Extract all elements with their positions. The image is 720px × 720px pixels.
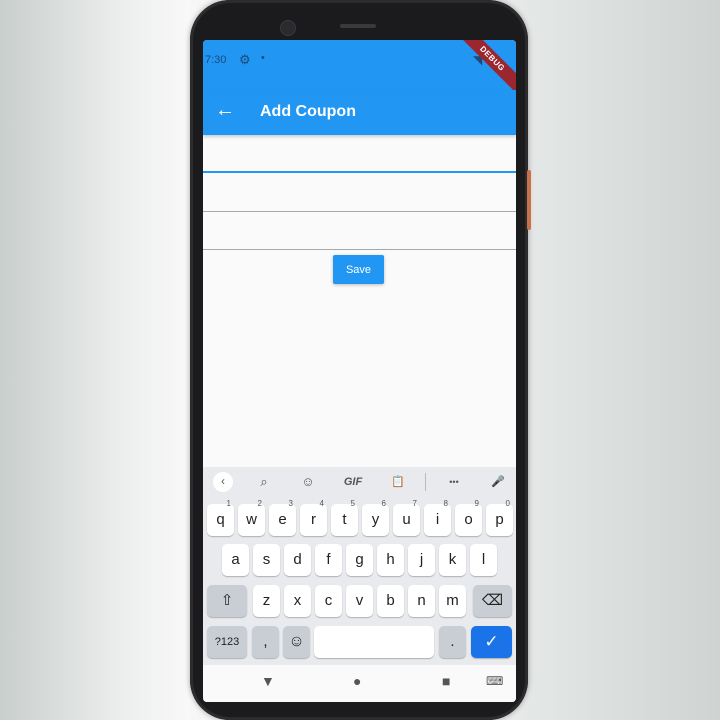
key-hint-number: 7 [412, 499, 417, 508]
enter-key[interactable]: ✓ [471, 626, 512, 658]
keyboard-switch-icon[interactable]: ⌨ [486, 674, 503, 688]
key-k[interactable]: k [439, 544, 466, 576]
key-o[interactable]: o9 [455, 499, 482, 536]
key-u[interactable]: u7 [393, 499, 420, 536]
screen: 7:30 ⚙ • ◥ DEBUG ← Add Coupon Save ‹ ⌕ ☺… [203, 40, 516, 702]
status-time: 7:30 [205, 54, 227, 66]
key-label: t [342, 511, 347, 528]
key-i[interactable]: i8 [424, 499, 451, 536]
key-j[interactable]: j [408, 544, 435, 576]
dot-icon: • [261, 52, 265, 64]
key-l[interactable]: l [470, 544, 497, 576]
key-hint-number: 1 [226, 499, 231, 508]
key-label: p [495, 511, 504, 528]
shift-key[interactable]: ⇧ [207, 585, 247, 617]
key-hint-number: 9 [474, 499, 479, 508]
more-icon[interactable]: ••• [443, 472, 465, 492]
power-button[interactable] [527, 170, 531, 230]
key-label: w [246, 511, 257, 528]
key-z[interactable]: z [253, 585, 280, 617]
key-label: i [435, 511, 440, 528]
key-v[interactable]: v [346, 585, 373, 617]
key-m[interactable]: m [439, 585, 466, 617]
key-p[interactable]: p0 [486, 499, 513, 536]
toolbar-divider [425, 473, 426, 491]
key-label: o [464, 511, 473, 528]
save-button[interactable]: Save [333, 255, 384, 284]
key-label: r [311, 511, 316, 528]
space-key[interactable] [314, 626, 434, 658]
nav-back-icon[interactable]: ▼ [261, 673, 275, 689]
key-g[interactable]: g [346, 544, 373, 576]
key-a[interactable]: a [222, 544, 249, 576]
key-hint-number: 5 [350, 499, 355, 508]
key-label: q [216, 511, 225, 528]
coupon-field-1[interactable] [203, 139, 516, 173]
earpiece-speaker [340, 24, 376, 28]
symbols-key[interactable]: ?123 [207, 626, 247, 658]
key-hint-number: 4 [319, 499, 324, 508]
key-d[interactable]: d [284, 544, 311, 576]
search-icon[interactable]: ⌕ [255, 472, 273, 492]
nav-home-icon[interactable]: ● [353, 673, 361, 689]
key-hint-number: 2 [257, 499, 262, 508]
sticker-icon[interactable]: ☺ [299, 472, 317, 492]
backspace-key[interactable]: ⌫ [473, 585, 512, 617]
key-x[interactable]: x [284, 585, 311, 617]
key-q[interactable]: q1 [207, 499, 234, 536]
key-y[interactable]: y6 [362, 499, 389, 536]
period-key[interactable]: . [439, 626, 466, 658]
collapse-icon[interactable]: ‹ [213, 472, 233, 492]
key-hint-number: 8 [443, 499, 448, 508]
key-label: y [371, 511, 380, 528]
key-hint-number: 0 [505, 499, 510, 508]
gif-button[interactable]: GIF [341, 472, 365, 492]
gear-icon: ⚙ [239, 52, 251, 67]
key-label: u [402, 511, 411, 528]
page-title: Add Coupon [260, 103, 356, 120]
coupon-field-3[interactable] [203, 216, 516, 250]
system-nav-bar: ▼ ● ■ ⌨ [203, 665, 516, 702]
app-bar: ← Add Coupon [203, 90, 516, 135]
key-label: e [278, 511, 287, 528]
key-hint-number: 3 [288, 499, 293, 508]
keyboard-toolbar: ‹ ⌕ ☺ GIF 📋 ••• 🎤 [203, 467, 516, 497]
key-s[interactable]: s [253, 544, 280, 576]
nav-recents-icon[interactable]: ■ [442, 673, 450, 689]
key-t[interactable]: t5 [331, 499, 358, 536]
soft-keyboard: ‹ ⌕ ☺ GIF 📋 ••• 🎤 q1w2e3r4t5y6u7i8o9p0 a… [203, 467, 516, 665]
key-hint-number: 6 [381, 499, 386, 508]
comma-key[interactable]: , [252, 626, 279, 658]
emoji-icon[interactable]: ☺ [283, 626, 310, 658]
key-f[interactable]: f [315, 544, 342, 576]
key-n[interactable]: n [408, 585, 435, 617]
coupon-field-2[interactable] [203, 178, 516, 212]
front-camera [280, 20, 296, 36]
key-e[interactable]: e3 [269, 499, 296, 536]
back-arrow-icon[interactable]: ← [215, 99, 235, 122]
key-r[interactable]: r4 [300, 499, 327, 536]
key-w[interactable]: w2 [238, 499, 265, 536]
clipboard-icon[interactable]: 📋 [389, 472, 407, 492]
mic-icon[interactable]: 🎤 [489, 472, 507, 492]
key-b[interactable]: b [377, 585, 404, 617]
status-bar: 7:30 ⚙ • ◥ DEBUG [203, 40, 516, 100]
key-c[interactable]: c [315, 585, 342, 617]
key-h[interactable]: h [377, 544, 404, 576]
